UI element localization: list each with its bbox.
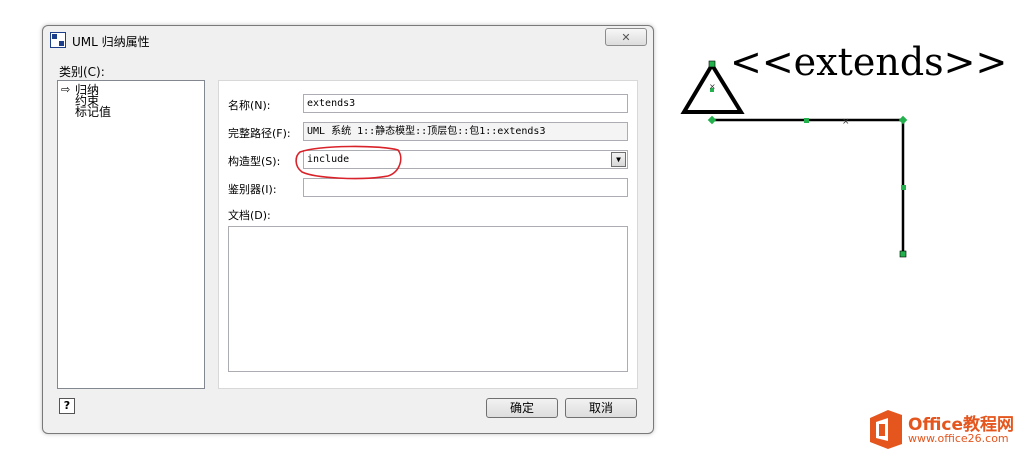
logo-url-text: www.office26.com xyxy=(908,432,1009,445)
office-logo-icon xyxy=(870,410,902,449)
stereotype-label-text[interactable]: <<extends>> xyxy=(730,40,1007,84)
handle-vertical xyxy=(901,185,906,190)
handle-end xyxy=(899,250,907,258)
mid-marker-icon: × xyxy=(709,82,716,91)
connector-line xyxy=(712,118,905,254)
office26-logo: Office教程网 www.office26.com xyxy=(866,404,1028,454)
line-marker-icon: × xyxy=(842,117,850,127)
handle-line-a xyxy=(707,115,717,125)
handle-corner xyxy=(898,115,908,125)
handle-top xyxy=(708,60,716,68)
highlight-circle xyxy=(295,145,402,180)
handle-line-b xyxy=(804,118,809,123)
